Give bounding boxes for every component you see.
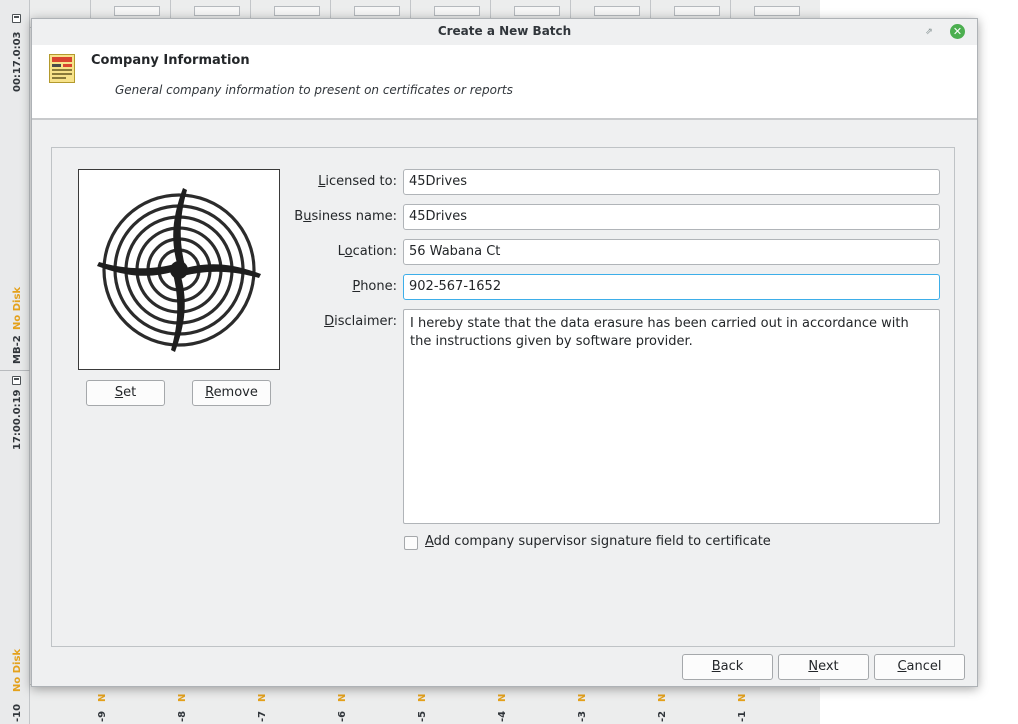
phone-field[interactable]: 902-567-1652 <box>403 274 940 300</box>
slot-time-label: 17:00.0:19 <box>12 389 23 450</box>
next-button[interactable]: Next <box>778 654 869 680</box>
disk-status-icon <box>12 14 21 23</box>
slot-status-label: No Disk <box>12 648 23 692</box>
slot-status-letter: N <box>497 693 508 702</box>
slot-name-label: MB-2 <box>12 335 23 364</box>
slot-label: -9 <box>97 710 108 722</box>
licensed-to-field[interactable]: 45Drives <box>403 169 940 195</box>
dialog-title: Create a New Batch <box>437 24 572 38</box>
remove-logo-button[interactable]: Remove <box>192 380 271 406</box>
business-name-field[interactable]: 45Drives <box>403 204 940 230</box>
dialog-titlebar[interactable]: Create a New Batch ⇗ ✕ <box>32 19 977 45</box>
disclaimer-textarea[interactable]: I hereby state that the data erasure has… <box>403 309 940 524</box>
slot-label: -1 <box>737 710 748 722</box>
cancel-button[interactable]: Cancel <box>874 654 965 680</box>
slot-status-letter: N <box>737 693 748 702</box>
disclaimer-label: Disclaimer: <box>324 314 397 329</box>
wizard-page-header: Company Information General company info… <box>32 45 977 120</box>
slot-label: -2 <box>657 710 668 722</box>
slot-label: -7 <box>257 710 268 722</box>
create-batch-dialog: Create a New Batch ⇗ ✕ Company Informati… <box>31 18 978 687</box>
slot-status-letter: N <box>97 693 108 702</box>
back-button[interactable]: Back <box>682 654 773 680</box>
company-info-panel: Set Remove Licensed to: 45Drives Busines… <box>51 147 955 647</box>
keep-above-icon[interactable]: ⇗ <box>924 27 934 37</box>
company-info-icon <box>49 54 75 83</box>
company-logo-preview[interactable] <box>78 169 280 370</box>
signature-field-checkbox[interactable] <box>404 536 418 550</box>
close-icon[interactable]: ✕ <box>950 24 965 39</box>
business-name-label: Business name: <box>294 209 397 224</box>
slot-label: -6 <box>337 710 348 722</box>
signature-field-checkbox-label[interactable]: Add company supervisor signature field t… <box>425 534 771 549</box>
slot-divider <box>0 370 30 371</box>
slot-status-letter: N <box>177 693 188 702</box>
slot-status-letter: N <box>417 693 428 702</box>
slot-label: -3 <box>577 710 588 722</box>
disk-status-icon <box>12 376 21 385</box>
set-logo-button[interactable]: Set <box>86 380 165 406</box>
location-field[interactable]: 56 Wabana Ct <box>403 239 940 265</box>
slot-status-letter: N <box>337 693 348 702</box>
slot-status-label: No Disk <box>12 286 23 330</box>
slot-status-letter: N <box>657 693 668 702</box>
slot-status-letter: N <box>257 693 268 702</box>
slot-label: -8 <box>177 710 188 722</box>
background-left-strip: 00:17.0:03 MB-2 No Disk 17:00.0:19 No Di… <box>0 0 30 724</box>
page-subtitle: General company information to present o… <box>115 83 513 97</box>
slot-time-label: 00:17.0:03 <box>12 31 23 92</box>
licensed-to-label: Licensed to: <box>318 174 397 189</box>
location-label: Location: <box>337 244 397 259</box>
page-title: Company Information <box>91 53 250 68</box>
company-logo-image <box>97 188 261 352</box>
slot-label: -5 <box>417 710 428 722</box>
slot-label: -4 <box>497 710 508 722</box>
slot-status-letter: N <box>577 693 588 702</box>
slot-name-label: -10 <box>12 703 23 722</box>
phone-label: Phone: <box>352 279 397 294</box>
